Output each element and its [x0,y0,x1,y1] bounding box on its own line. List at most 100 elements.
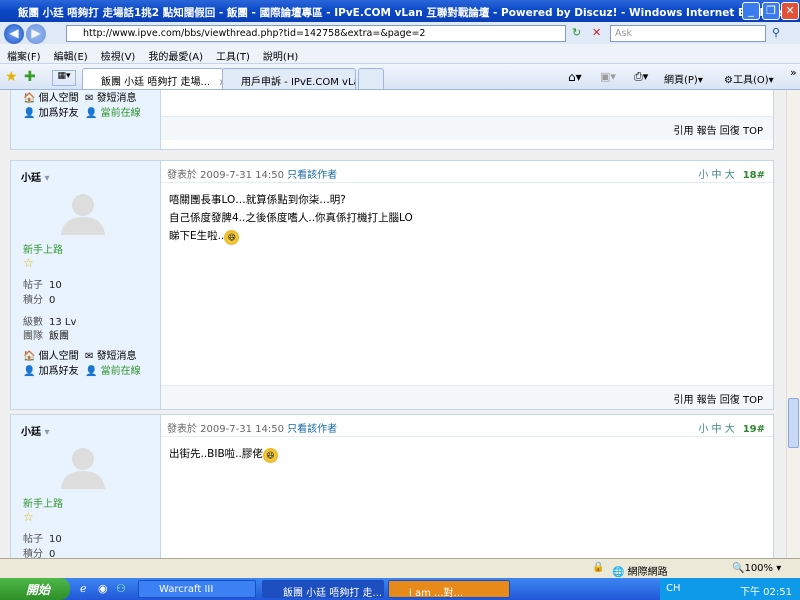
quick-launch-ie-icon[interactable]: ℯ [80,582,87,595]
start-button[interactable]: 開始 [0,578,70,600]
url-input[interactable]: http://www.ipve.com/bbs/viewthread.php?t… [66,25,566,42]
page-menu[interactable]: 網頁(P)▾ [664,71,703,86]
tab-complaint[interactable]: 用戶申訴 - IPvE.COM vLan ... [222,68,356,89]
posts-count: 帖子 10 [23,534,62,545]
post-previous: 🏠 個人空間 ✉ 發短消息 👤 加爲好友 👤 當前在線 引用 報告 回復 TOP [10,90,774,150]
minimize-button[interactable]: _ [742,2,760,20]
menu-file[interactable]: 檔案(F) [7,48,41,63]
user-rank: 新手上路 [23,245,63,256]
floor-number: 18# [742,170,765,181]
avatar[interactable] [59,445,107,489]
task-msn[interactable]: i am ...對... [388,580,510,598]
close-button[interactable]: ✕ [781,2,799,20]
personal-space-link[interactable]: 🏠 個人空間 [23,90,79,104]
tab-current[interactable]: 飯團 小廷 唔夠打 走場... x [82,68,224,89]
address-bar: ◀ ▶ http://www.ipve.com/bbs/viewthread.p… [0,22,800,44]
add-friend-link[interactable]: 👤 加爲好友 [23,362,79,377]
author-only-link[interactable]: 只看該作者 [287,170,337,181]
menu-tools[interactable]: 工具(T) [216,48,250,63]
font-size-controls: 小 中 大 18# [698,166,765,181]
menu-view[interactable]: 檢視(V) [101,48,136,63]
post-line: 出街先..BIB啦..膠佬 😆 [169,445,278,463]
floor-number: 19# [742,424,765,435]
vertical-scrollbar[interactable] [786,90,800,558]
post-actions[interactable]: 引用 報告 回復 TOP [161,116,773,140]
size-small[interactable]: 小 [698,170,708,181]
maximize-button[interactable]: ❐ [762,2,780,20]
post-line: 自己係度發脾4..之後係度嗜人..你真係打機打上腦LO [169,212,413,224]
protected-mode-icon: 🔒 [592,562,605,573]
online-status: 👤 當前在線 [85,108,141,119]
add-friend-link[interactable]: 👤 加爲好友 [23,104,79,119]
post-header: 發表於 2009-7-31 14:50 只看該作者 小 中 大 19# [161,415,773,437]
smiley-icon: 😆 [262,448,278,463]
author-name[interactable]: 小廷 ▾ [21,169,50,184]
send-message-link[interactable]: ✉ 發短消息 [85,90,137,104]
menu-edit[interactable]: 編輯(E) [54,48,88,63]
tab-bar: ★ ✚ ▦▾ 飯團 小廷 唔夠打 走場... x 用戶申訴 - IPvE.COM… [0,64,800,90]
post-header: 發表於 2009-7-31 14:50 只看該作者 小 中 大 18# [161,161,773,183]
post-sidebar: 小廷 ▾ 新手上路 ☆ 帖子 10 積分 0 [11,415,161,558]
post-date: 發表於 2009-7-31 14:50 [167,424,284,435]
task-ie[interactable]: 飯團 小廷 唔夠打 走... [262,580,384,598]
search-icon[interactable]: ⚲ [772,26,780,39]
score: 積分 0 [23,549,56,558]
task-warcraft[interactable]: Warcraft III [138,580,256,598]
home-icon[interactable]: ⌂▾ [568,70,582,84]
scrollbar-thumb[interactable] [788,398,799,448]
post-actions[interactable]: 引用 報告 回復 TOP [161,385,773,409]
score: 積分 0 [23,295,56,306]
window-title: 飯團 小廷 唔夠打 走場話1挑2 點知闊假回 - 飯團 - 國際論壇專區 - I… [18,7,788,19]
forward-button[interactable]: ▶ [26,24,46,44]
online-status: 👤 當前在線 [85,366,141,377]
team: 團隊 飯團 [23,331,69,342]
stop-icon[interactable]: ✕ [592,26,601,39]
back-button[interactable]: ◀ [4,24,24,44]
author-name[interactable]: 小廷 ▾ [21,423,50,438]
level: 級數 13 Lv [23,317,77,328]
star-icon: ☆ [23,510,34,524]
print-icon[interactable]: ⎙▾ [634,70,648,84]
post-body: 唔關團長事LO…就算係點到你柒…明? 自己係度發脾4..之後係度嗜人..你真係打… [169,191,413,245]
post-body: 出街先..BIB啦..膠佬 😆 [169,445,278,463]
personal-space-link[interactable]: 🏠 個人空間 [23,347,79,362]
font-size-controls: 小 中 大 19# [698,420,765,435]
send-message-link[interactable]: ✉ 發短消息 [85,347,137,362]
new-tab-button[interactable] [358,68,384,89]
size-large[interactable]: 大 [725,424,735,435]
language-indicator[interactable]: CH [666,583,681,594]
menu-help[interactable]: 說明(H) [263,48,298,63]
post-line: 睇下E生啦.. 😆 [169,227,413,245]
author-only-link[interactable]: 只看該作者 [287,424,337,435]
quick-tabs-icon[interactable]: ▦▾ [52,70,76,86]
tools-menu[interactable]: ⚙工具(O)▾ [724,71,774,86]
zone-label: 🌐 網際網路 [612,567,668,578]
more-chevron-icon[interactable]: » [790,66,797,79]
feeds-icon[interactable]: ▣▾ [600,70,616,83]
search-input[interactable]: Ask [610,25,766,42]
size-medium[interactable]: 中 [712,170,722,181]
post-18: 小廷 ▾ 新手上路 ☆ 帖子 10 積分 0 級數 13 Lv 團隊 飯團 🏠 個人空間… [10,160,774,410]
add-favorite-icon[interactable]: ✚ [24,69,36,85]
title-bar: 飯團 小廷 唔夠打 走場話1挑2 點知闊假回 - 飯團 - 國際論壇專區 - I… [0,0,800,22]
user-rank: 新手上路 [23,499,63,510]
posts-count: 帖子 10 [23,280,62,291]
size-medium[interactable]: 中 [712,424,722,435]
post-sidebar: 小廷 ▾ 新手上路 ☆ 帖子 10 積分 0 級數 13 Lv 團隊 飯團 🏠 個人空間… [11,161,161,409]
quick-launch-icon[interactable]: ◉ [98,582,108,595]
quick-launch-msn-icon[interactable]: ⚇ [116,582,126,595]
zoom-control[interactable]: 🔍100% ▾ [732,563,781,574]
post-line: 唔關團長事LO…就算係點到你柒…明? [169,194,346,206]
avatar[interactable] [59,191,107,235]
star-icon: ☆ [23,256,34,270]
size-small[interactable]: 小 [698,424,708,435]
menu-favorites[interactable]: 我的最愛(A) [148,48,203,63]
page-content: 🏠 個人空間 ✉ 發短消息 👤 加爲好友 👤 當前在線 引用 報告 回復 TOP… [0,90,786,558]
favorites-star-icon[interactable]: ★ [5,69,18,85]
size-large[interactable]: 大 [725,170,735,181]
refresh-icon[interactable]: ↻ [572,26,581,39]
clock: 下午 02:51 [740,587,792,598]
post-sidebar: 🏠 個人空間 ✉ 發短消息 👤 加爲好友 👤 當前在線 [11,90,161,149]
post-date: 發表於 2009-7-31 14:50 [167,170,284,181]
smiley-icon: 😆 [224,230,240,245]
